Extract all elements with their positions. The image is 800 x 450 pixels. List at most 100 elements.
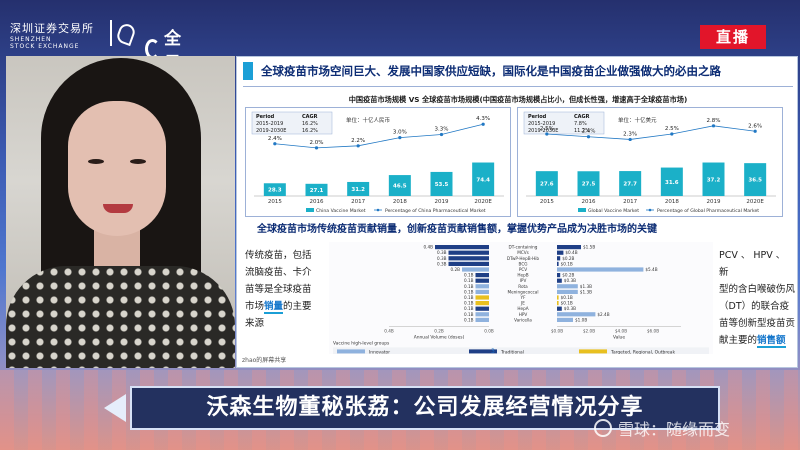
left-text-line: 来源 <box>245 318 265 329</box>
volume-highlight: 销量 <box>264 301 284 314</box>
value-label: $2.4B <box>597 312 609 317</box>
percentage-label: 3.0% <box>393 130 407 136</box>
speaker-video <box>6 56 235 368</box>
value-bar <box>557 306 562 311</box>
legend-label: China Vaccine Market <box>316 208 366 214</box>
cagr-period: 2015-2019 <box>256 121 283 127</box>
volume-label: 0.3B <box>437 256 447 261</box>
volume-bar <box>475 284 489 289</box>
legend-marker <box>376 208 380 212</box>
speaker-eye <box>130 159 146 164</box>
speaker-mouth <box>103 204 133 213</box>
volume-bar <box>475 278 489 283</box>
volume-label: 0.1B <box>464 289 474 294</box>
header-marker <box>243 62 253 80</box>
sse-sub2: STOCK EXCHANGE <box>10 43 80 50</box>
sse-brand: 深圳证券交易所 SHENZHEN STOCK EXCHANGE 全景 <box>10 20 181 74</box>
percentage-point <box>628 137 632 142</box>
value-bar <box>557 250 564 255</box>
volume-label: 0.1B <box>464 306 474 311</box>
percentage-label: 2.5% <box>540 126 554 132</box>
volume-label: 0.4B <box>423 245 433 250</box>
volume-bar <box>475 312 489 317</box>
vaccine-category-label: HepA <box>517 306 528 311</box>
sse-sub1: SHENZHEN <box>10 36 52 43</box>
percentage-label: 2.2% <box>351 138 365 144</box>
legend-swatch <box>578 208 586 212</box>
cagr-value: 16.2% <box>302 121 318 127</box>
value-bar <box>557 317 573 322</box>
percentage-point <box>481 122 485 126</box>
vaccine-category-label: Varicella <box>514 317 532 322</box>
legend-title: Vaccine high-level groups <box>333 340 390 346</box>
bar-value-label: 74.4 <box>476 177 490 183</box>
value-label: $0.1B <box>561 301 573 306</box>
volume-label: 0.3B <box>437 261 447 266</box>
slide-title: 全球疫苗市场空间巨大、发展中国家供应短缺，国际化是中国疫苗企业做强做大的必由之路 <box>261 64 721 78</box>
vaccine-butterfly-svg: 0.4B DT-containing $1.5B 0.3B MCVs $0.4B 0.3B D… <box>333 245 709 356</box>
left-text-line: 流脑疫苗、卡介 <box>245 267 312 278</box>
cagr-value: 7.8% <box>574 121 587 127</box>
vaccine-category-label: IPV <box>520 278 527 283</box>
volume-label: 0.1B <box>464 278 474 283</box>
sse-logo-icon <box>110 20 134 46</box>
vaccine-category-label: JE <box>520 301 525 306</box>
percentage-point <box>670 132 674 136</box>
percentage-label: 2.6% <box>748 123 762 129</box>
value-label: $0.2B <box>562 273 574 278</box>
bar-value-label: 31.6 <box>665 180 679 186</box>
vaccine-category-label: DT-containing <box>509 245 538 250</box>
left-text-line: 传统疫苗，包括 <box>245 250 312 261</box>
value-label: $0.4B <box>565 250 577 255</box>
bar-value-label: 27.6 <box>540 182 554 188</box>
cagr-period: 2019-2030E <box>256 128 286 134</box>
percentage-point <box>439 132 444 137</box>
speaker-eye <box>88 159 104 164</box>
legend-label: Global Vaccine Market <box>588 208 639 214</box>
speaker-face <box>68 101 166 236</box>
percentage-label: 3.3% <box>435 127 449 133</box>
right-axis-title: Value <box>613 334 625 340</box>
volume-bar <box>475 306 489 311</box>
percentage-label: 2.5% <box>665 126 679 132</box>
legend-label: Percentage of Global Pharmaceutical Mark… <box>657 208 759 214</box>
bar-value-label: 27.1 <box>310 188 324 194</box>
percentage-point <box>586 135 591 139</box>
value-bar <box>557 301 559 306</box>
bar-value-label: 46.5 <box>393 184 407 190</box>
volume-label: 0.1B <box>464 317 474 322</box>
right-axis-tick: $0.0B <box>551 328 563 333</box>
vaccine-category-label: HPV <box>519 312 528 317</box>
left-text-line: 市场 <box>245 301 265 312</box>
percentage-point <box>273 142 277 146</box>
header-divider <box>243 86 793 87</box>
legend-marker <box>648 208 652 212</box>
right-axis-tick: $6.0B <box>647 328 659 333</box>
value-label: $1.3B <box>580 284 592 289</box>
vaccine-category-label: HepB <box>517 273 528 278</box>
value-bar <box>557 295 559 300</box>
screen-share-label: zhao的屏幕共享 <box>240 355 289 364</box>
legend-label: Targeted, Regional, Outbreak <box>610 349 675 354</box>
global-market-chart: Period CAGR 2015-2019 7.8% 2019-2030E 11.2% 单位… <box>517 107 783 217</box>
traditional-vaccine-text: 传统疫苗，包括 流脑疫苗、卡介 苗等是全球疫苗 市场销量的主要 来源 <box>245 247 323 332</box>
china-market-svg: Period CAGR 2015-2019 16.2% 2019-2030E 16.2% 单… <box>251 111 504 214</box>
x-tick-label: 2019 <box>435 199 449 205</box>
value-bar <box>557 278 562 283</box>
legend-swatch <box>579 349 607 354</box>
speaker-shirt <box>6 266 235 368</box>
value-label: $0.3B <box>564 306 576 311</box>
volume-label: 0.1B <box>464 312 474 317</box>
cagr-header: CAGR <box>302 114 318 120</box>
legend-label: Percentage of China Pharmaceutical Marke… <box>385 208 486 214</box>
x-tick-label: 2017 <box>351 199 365 205</box>
value-bar <box>557 245 581 250</box>
volume-bar <box>475 295 489 300</box>
percentage-label: 4.3% <box>476 116 490 122</box>
value-label: $0.3B <box>564 278 576 283</box>
volume-bar <box>475 273 489 278</box>
bar-value-label: 27.5 <box>582 182 596 188</box>
percentage-label: 2.3% <box>623 131 637 137</box>
value-label: $0.2B <box>562 256 574 261</box>
value-bar <box>557 284 578 289</box>
